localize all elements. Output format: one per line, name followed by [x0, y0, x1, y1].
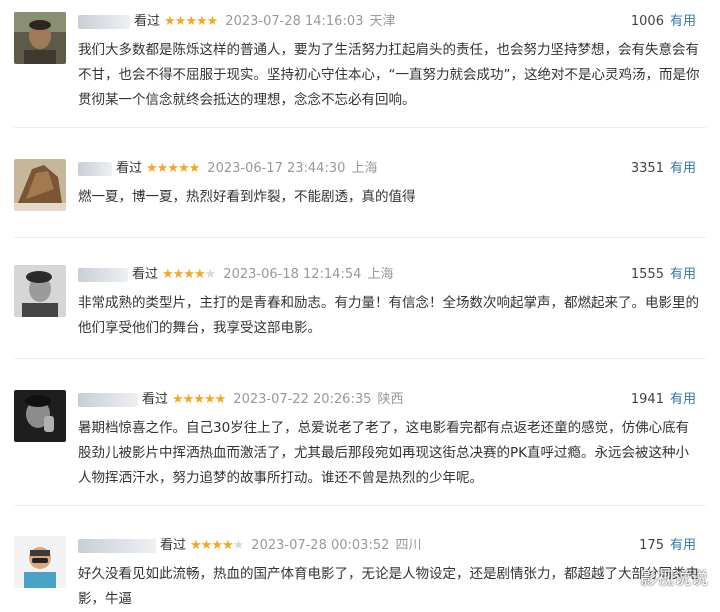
- avatar[interactable]: [14, 536, 66, 588]
- review-time: 2023-07-28 14:16:03: [225, 14, 364, 29]
- watched-label: 看过: [134, 14, 161, 29]
- rating-stars-icon: ★★★★★: [190, 538, 244, 553]
- useful-button[interactable]: 有用: [670, 267, 696, 282]
- review-location: 上海: [351, 161, 378, 176]
- divider: [14, 237, 706, 238]
- review-meta: 看过 ★★★★★ 2023-07-22 20:26:35 陕西: [78, 390, 404, 410]
- avatar[interactable]: [14, 12, 66, 64]
- review-meta: 看过 ★★★★★ 2023-07-28 14:16:03 天津: [78, 12, 396, 32]
- vote-area: 1555 有用: [631, 265, 696, 285]
- rating-stars-icon: ★★★★★: [164, 14, 218, 29]
- review-location: 四川: [395, 538, 422, 553]
- username-blurred[interactable]: [78, 267, 128, 282]
- review-meta: 看过 ★★★★★ 2023-06-18 12:14:54 上海: [78, 265, 394, 285]
- avatar[interactable]: [14, 265, 66, 317]
- divider: [14, 505, 706, 506]
- divider: [14, 127, 706, 128]
- vote-area: 1006 有用: [631, 12, 696, 32]
- username-blurred[interactable]: [78, 14, 130, 29]
- username-blurred[interactable]: [78, 538, 156, 553]
- username-blurred[interactable]: [78, 161, 112, 176]
- vote-area: 3351 有用: [631, 159, 696, 179]
- review-meta: 看过 ★★★★★ 2023-06-17 23:44:30 上海: [78, 159, 378, 179]
- useful-button[interactable]: 有用: [670, 14, 696, 29]
- review-time: 2023-06-17 23:44:30: [207, 161, 346, 176]
- rating-stars-icon: ★★★★★: [162, 267, 216, 282]
- divider: [14, 358, 706, 359]
- review-content: 我们大多数都是陈烁这样的普通人，要为了生活努力扛起肩头的责任，也会努力坚持梦想，…: [78, 42, 700, 108]
- avatar[interactable]: [14, 159, 66, 211]
- watched-label: 看过: [116, 161, 143, 176]
- username-blurred[interactable]: [78, 392, 138, 407]
- vote-area: 175 有用: [639, 536, 696, 556]
- review-time: 2023-07-22 20:26:35: [233, 392, 372, 407]
- avatar[interactable]: [14, 390, 66, 442]
- review-time: 2023-06-18 12:14:54: [223, 267, 362, 282]
- watched-label: 看过: [142, 392, 169, 407]
- rating-stars-icon: ★★★★★: [146, 161, 200, 176]
- vote-count: 1941: [630, 392, 664, 407]
- useful-button[interactable]: 有用: [670, 538, 696, 553]
- vote-count: 175: [639, 538, 664, 553]
- review-content: 暑期档惊喜之作。自己30岁往上了，总爱说老了老了，这电影看完都有点返老还童的感觉…: [78, 420, 690, 486]
- review-content: 非常成熟的类型片，主打的是青春和励志。有力量！有信念！全场数次响起掌声，都燃起来…: [78, 295, 699, 336]
- useful-button[interactable]: 有用: [670, 161, 696, 176]
- vote-count: 3351: [630, 161, 664, 176]
- review-location: 天津: [369, 14, 396, 29]
- watched-label: 看过: [160, 538, 187, 553]
- review-content: 燃一夏，博一夏，热烈好看到炸裂，不能剧透，真的值得: [78, 189, 416, 205]
- review-location: 上海: [367, 267, 394, 282]
- watched-label: 看过: [132, 267, 159, 282]
- review-location: 陕西: [377, 392, 404, 407]
- rating-stars-icon: ★★★★★: [172, 392, 226, 407]
- review-meta: 看过 ★★★★★ 2023-07-28 00:03:52 四川: [78, 536, 422, 556]
- review-time: 2023-07-28 00:03:52: [251, 538, 390, 553]
- useful-button[interactable]: 有用: [670, 392, 696, 407]
- vote-count: 1555: [630, 267, 664, 282]
- vote-area: 1941 有用: [631, 390, 696, 410]
- review-content: 好久没看见如此流畅，热血的国产体育电影了，无论是人物设定，还是剧情张力，都超越了…: [78, 566, 699, 607]
- vote-count: 1006: [630, 14, 664, 29]
- watermark-text: 影视说说: [640, 569, 708, 589]
